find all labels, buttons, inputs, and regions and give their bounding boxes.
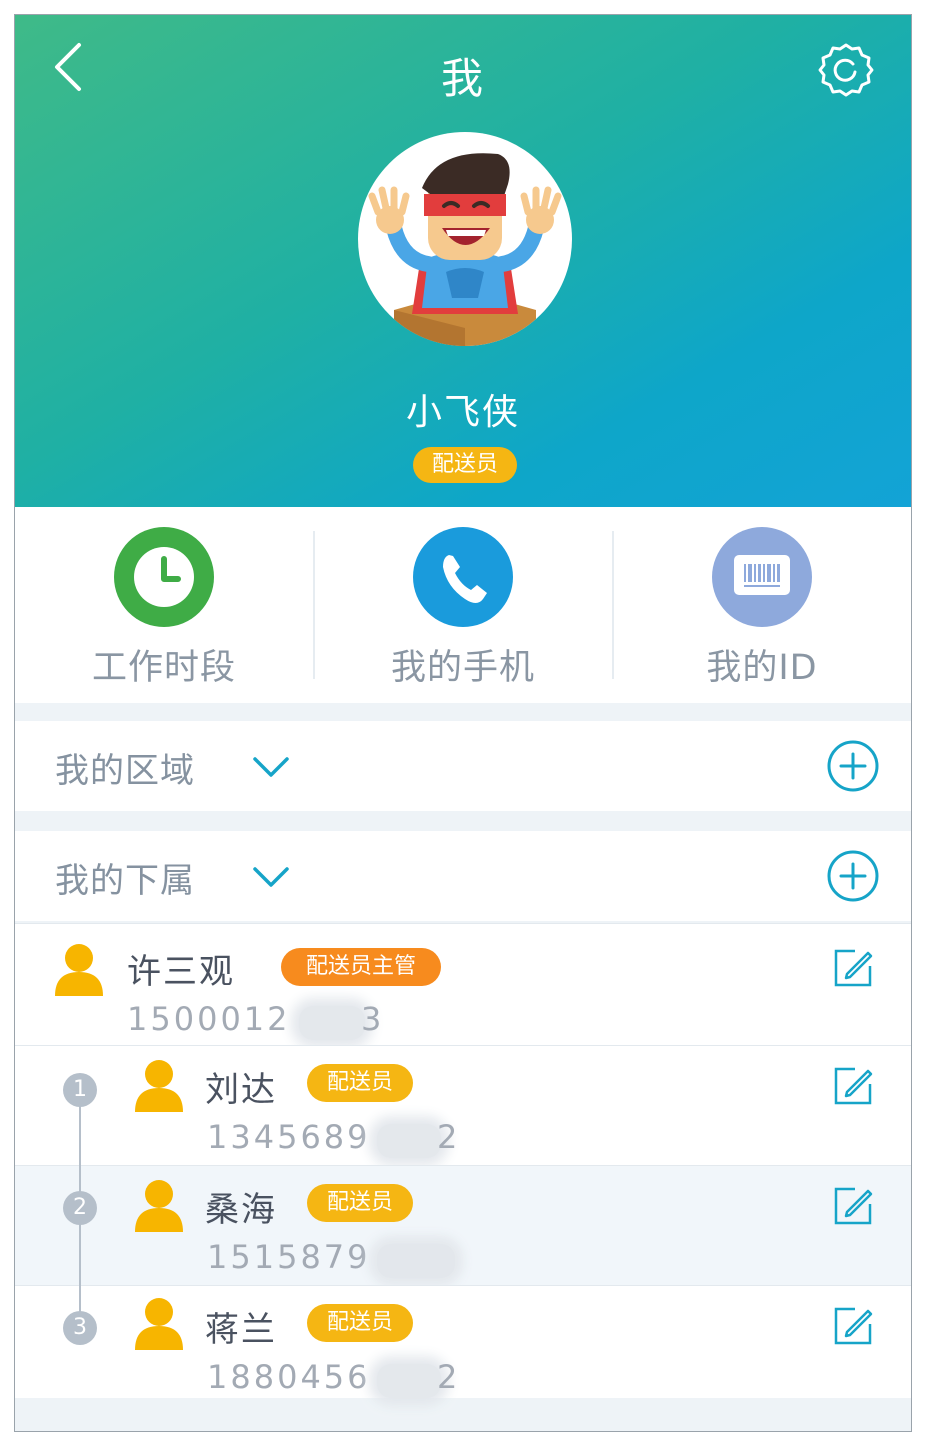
phone-icon [413,527,513,627]
edit-button[interactable] [833,1066,873,1106]
index-badge: 2 [63,1191,97,1225]
index-badge: 1 [63,1073,97,1107]
subordinate-phone: 1515879 [207,1238,371,1276]
my-region-section[interactable]: 我的区域 [15,721,911,811]
subordinate-phone-tail: 2 [437,1358,461,1396]
supervisor-row[interactable]: 许三观 配送员主管 1500012 3 [15,923,911,1046]
edit-icon [834,1067,873,1105]
phone-frame: 我 小飞侠 配送员 工作时段 我的手机 我的ID 我的区域 我的下属 许三观 配… [14,14,912,1432]
chevron-down-icon[interactable] [251,751,291,783]
edit-icon [834,949,873,987]
avatar[interactable] [358,132,572,346]
settings-button[interactable] [817,41,875,99]
my-id-label: 我的ID [706,648,818,688]
subordinate-phone: 1345689 [207,1118,371,1156]
subordinate-role-badge: 配送员 [307,1064,413,1102]
subordinate-name: 蒋兰 [205,1310,277,1350]
avatar-illustration [368,153,562,346]
subordinate-row[interactable]: 蒋兰 配送员 1880456 2 [15,1285,911,1398]
phone-redaction [377,1244,455,1278]
work-hours-label: 工作时段 [91,648,236,688]
phone-redaction [299,1006,365,1040]
plus-circle-icon [827,740,879,792]
person-icon [135,1180,183,1232]
subordinate-role-badge: 配送员 [307,1184,413,1222]
person-icon [135,1298,183,1350]
edit-icon [834,1307,873,1345]
subordinate-row[interactable]: 刘达 配送员 1345689 2 [15,1045,911,1166]
add-region-button[interactable] [826,739,880,793]
supervisor-name: 许三观 [127,952,235,992]
plus-circle-icon [827,850,879,902]
role-badge: 配送员 [413,447,517,483]
edit-button[interactable] [833,948,873,988]
person-icon [55,944,103,996]
subordinate-name: 桑海 [205,1190,277,1230]
supervisor-role-badge: 配送员主管 [281,948,441,986]
edit-button[interactable] [833,1306,873,1346]
my-phone-label: 我的手机 [390,648,535,688]
subordinate-phone-tail: 2 [437,1118,461,1156]
phone-redaction [377,1364,441,1398]
profile-header: 我 小飞侠 配送员 [15,15,911,507]
index-badge: 3 [63,1311,97,1345]
my-subordinates-section[interactable]: 我的下属 [15,831,911,921]
gear-icon [818,43,874,97]
my-phone-button[interactable]: 我的手机 [314,507,612,703]
my-id-button[interactable]: 我的ID [613,507,911,703]
page-title: 我 [440,54,485,103]
barcode-icon [712,527,812,627]
subordinate-phone: 1880456 [207,1358,371,1396]
my-region-title: 我的区域 [55,751,195,791]
subordinate-row[interactable]: 桑海 配送员 1515879 [15,1165,911,1286]
supervisor-phone-tail: 3 [361,1000,385,1038]
person-icon [135,1060,183,1112]
add-subordinate-button[interactable] [826,849,880,903]
my-subordinates-title: 我的下属 [55,861,195,901]
quick-actions: 工作时段 我的手机 我的ID [15,507,911,703]
phone-redaction [377,1124,441,1158]
subordinate-role-badge: 配送员 [307,1304,413,1342]
clock-icon [114,527,214,627]
supervisor-phone: 1500012 [127,1000,291,1038]
chevron-down-icon[interactable] [251,861,291,893]
edit-button[interactable] [833,1186,873,1226]
subordinate-name: 刘达 [205,1070,277,1110]
username: 小飞侠 [405,392,520,433]
edit-icon [834,1187,873,1225]
work-hours-button[interactable]: 工作时段 [15,507,313,703]
